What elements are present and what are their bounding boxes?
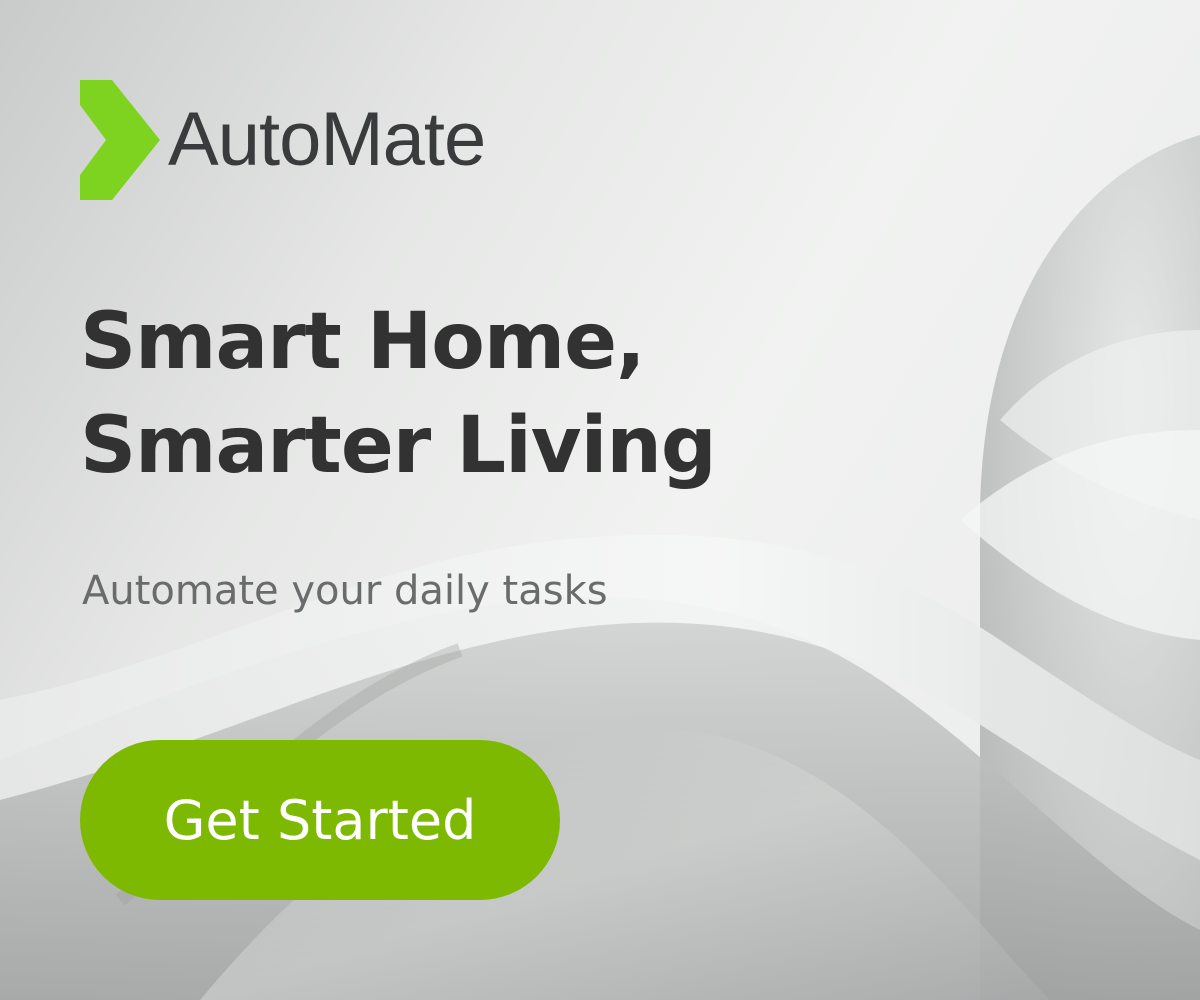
chevron-right-icon bbox=[80, 80, 160, 200]
headline-line-2: Smarter Living bbox=[80, 401, 717, 491]
headline-line-1: Smart Home, bbox=[80, 297, 646, 387]
ad-banner: AutoMate Smart Home, Smarter Living Auto… bbox=[0, 0, 1200, 1000]
hero-headline: Smart Home, Smarter Living bbox=[80, 290, 717, 498]
brand-logo[interactable]: AutoMate bbox=[80, 80, 486, 200]
get-started-button[interactable]: Get Started bbox=[80, 740, 560, 900]
hero-subtitle: Automate your daily tasks bbox=[82, 568, 608, 614]
brand-name: AutoMate bbox=[168, 97, 486, 182]
